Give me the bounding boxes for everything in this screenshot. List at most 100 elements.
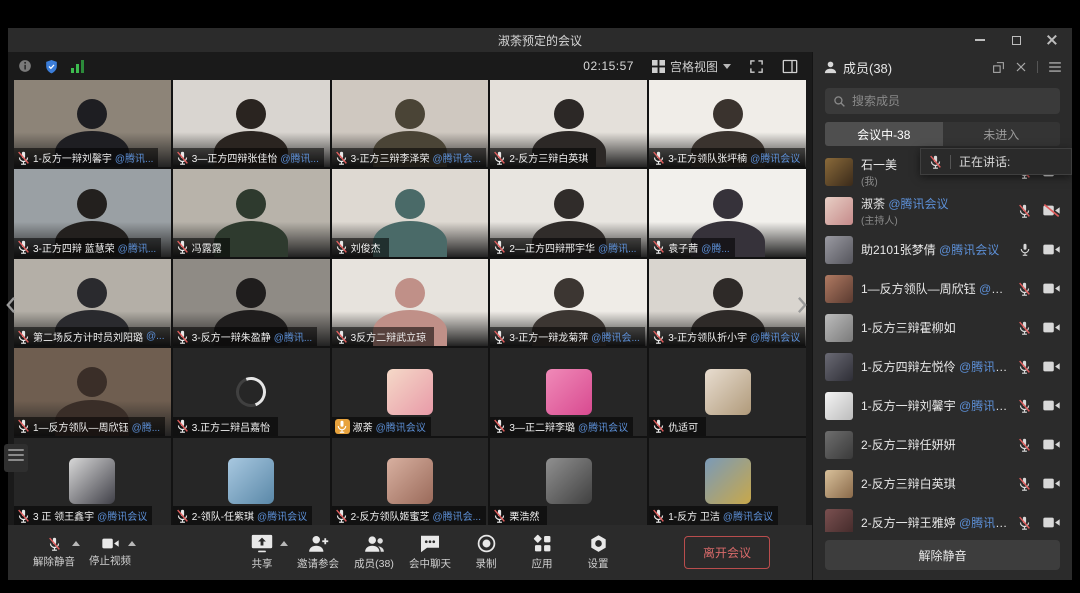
shield-icon[interactable] <box>44 59 59 74</box>
member-row[interactable]: 1-反方一辩刘馨宇 @腾讯会议 <box>813 386 1072 425</box>
mic-muted-icon[interactable] <box>1018 204 1031 218</box>
video-tile[interactable]: 2-领队-任紫琪 @腾讯会议 <box>173 438 330 525</box>
caret-up-icon[interactable] <box>72 541 80 546</box>
view-mode-button[interactable]: 宫格视图 <box>652 58 731 75</box>
toolbar-camera-button[interactable]: 停止视频 <box>82 525 138 580</box>
video-tile[interactable]: 3反方二辩武立琼 <box>332 259 489 346</box>
info-icon[interactable] <box>18 59 32 73</box>
video-tile[interactable]: 第二场反方计时员刘阳璐 @... <box>14 259 171 346</box>
member-row[interactable]: 助2101张梦倩 @腾讯会议 <box>813 230 1072 269</box>
toolbar-share-screen-button[interactable]: 共享 <box>234 525 290 580</box>
video-tile[interactable]: 淑荼 @腾讯会议 <box>332 348 489 435</box>
camera-on-icon[interactable] <box>1043 282 1060 295</box>
video-tile[interactable]: 2-反方三辩白英琪 <box>490 80 647 167</box>
maximize-button[interactable] <box>1002 30 1030 50</box>
mic-muted-icon <box>652 509 665 523</box>
toolbar-members-button[interactable]: 成员(38) <box>346 525 402 580</box>
video-tile[interactable]: 1—反方领队—周欣钰 @腾... <box>14 348 171 435</box>
video-tile[interactable]: 2—正方四辩邢宇华 @腾讯... <box>490 169 647 256</box>
video-tile[interactable]: 1-反方一辩刘馨宇 @腾讯... <box>14 80 171 167</box>
mic-muted-icon[interactable] <box>1018 360 1031 374</box>
toolbar-record-button[interactable]: 录制 <box>458 525 514 580</box>
video-tile[interactable]: 3-反方一辩朱盈静 @腾讯... <box>173 259 330 346</box>
meeting-window: 淑荼预定的会议 02:15:57 <box>8 28 1072 580</box>
unmute-all-button[interactable]: 解除静音 <box>825 540 1060 570</box>
panel-close-icon[interactable] <box>1015 61 1027 73</box>
avatar <box>705 369 751 415</box>
video-tile[interactable]: 3-正方四辩 蓝慧荣 @腾讯... <box>14 169 171 256</box>
camera-on-icon[interactable] <box>1043 477 1060 490</box>
mic-muted-icon[interactable] <box>1018 477 1031 491</box>
member-row[interactable]: 淑荼 @腾讯会议 (主持人) <box>813 191 1072 230</box>
mic-muted-icon <box>335 151 348 165</box>
mic-muted-icon[interactable] <box>1018 399 1031 413</box>
video-tile[interactable]: 袁子茜 @腾... <box>649 169 806 256</box>
tile-name-label: 3—正二辩李璐 @腾讯会议 <box>490 417 633 436</box>
video-tile[interactable]: 刘俊杰 <box>332 169 489 256</box>
mic-muted-icon <box>652 330 665 344</box>
tile-name-label: 第二场反方计时员刘阳璐 @... <box>14 327 170 346</box>
mic-muted-icon[interactable] <box>1018 438 1031 452</box>
member-row[interactable]: 1-反方四辩左悦伶 @腾讯会议 <box>813 347 1072 386</box>
search-input[interactable] <box>852 94 1052 108</box>
member-row[interactable]: 1-反方三辩霍柳如 <box>813 308 1072 347</box>
member-text: 2-反方一辩王雅婷 @腾讯会议 <box>861 514 1010 531</box>
video-tile[interactable]: 3-正方领队张坪楠 @腾讯会议 <box>649 80 806 167</box>
close-button[interactable] <box>1038 30 1066 50</box>
camera-on-icon[interactable] <box>1043 399 1060 412</box>
member-row[interactable]: 2-反方二辩任妍妍 <box>813 425 1072 464</box>
mic-on-icon[interactable] <box>1019 243 1031 256</box>
video-tile[interactable]: 3—正方四辩张佳怡 @腾讯... <box>173 80 330 167</box>
camera-off-icon[interactable] <box>1043 204 1060 217</box>
participant-name: 2-领队-任紫琪 <box>192 508 254 523</box>
toolbar-mic-off-button[interactable]: 解除静音 <box>26 525 82 580</box>
mic-muted-icon <box>17 330 30 344</box>
caret-up-icon[interactable] <box>128 541 136 546</box>
video-tile[interactable]: 3-正方三辩李泽荣 @腾讯会... <box>332 80 489 167</box>
tab-not-joined[interactable]: 未进入 <box>943 122 1061 146</box>
member-row[interactable]: 2-反方一辩王雅婷 @腾讯会议 <box>813 503 1072 532</box>
leave-meeting-button[interactable]: 离开会议 <box>684 536 770 569</box>
video-tile[interactable]: 3—正二辩李璐 @腾讯会议 <box>490 348 647 435</box>
camera-on-icon[interactable] <box>1043 438 1060 451</box>
tab-in-meeting[interactable]: 会议中-38 <box>825 122 943 146</box>
camera-on-icon[interactable] <box>1043 360 1060 373</box>
menu-icon[interactable] <box>1048 61 1062 73</box>
toolbar-invite-button[interactable]: 邀请参会 <box>290 525 346 580</box>
video-tile[interactable]: 栗浩然 <box>490 438 647 525</box>
tile-name-label: 3—正方四辩张佳怡 @腾讯... <box>173 148 324 167</box>
speaking-toast: 正在讲话: <box>920 148 1072 175</box>
toolbar-settings-button[interactable]: 设置 <box>570 525 626 580</box>
next-page-chevron[interactable] <box>794 292 810 318</box>
video-tile[interactable]: 1-反方 卫洁 @腾讯会议 <box>649 438 806 525</box>
video-tile[interactable]: 3-正方领队折小宇 @腾讯会议 <box>649 259 806 346</box>
mic-muted-icon[interactable] <box>1018 516 1031 530</box>
mic-muted-icon[interactable] <box>1018 282 1031 296</box>
caret-up-icon[interactable] <box>280 541 288 546</box>
member-row[interactable]: 2-反方三辩白英琪 <box>813 464 1072 503</box>
popout-icon[interactable] <box>992 61 1005 74</box>
member-row[interactable]: 1—反方领队—周欣钰 @腾讯... <box>813 269 1072 308</box>
camera-on-icon[interactable] <box>1043 321 1060 334</box>
video-tile[interactable]: 冯露露 <box>173 169 330 256</box>
avatar <box>825 353 853 381</box>
mic-muted-icon[interactable] <box>1018 321 1031 335</box>
prev-page-chevron[interactable] <box>2 292 18 318</box>
sidebar-toggle-icon[interactable] <box>782 59 798 74</box>
mic-off-icon <box>48 537 61 551</box>
video-tile[interactable]: 3.正方二辩吕嘉怡 <box>173 348 330 435</box>
minimize-button[interactable] <box>966 30 994 50</box>
toolbar-apps-button[interactable]: 应用 <box>514 525 570 580</box>
member-tabs: 会议中-38 未进入 <box>825 122 1060 146</box>
mini-list-indicator[interactable] <box>4 444 28 472</box>
toolbar-item-label: 会中聊天 <box>409 556 451 571</box>
video-tile[interactable]: 仇适可 <box>649 348 806 435</box>
camera-on-icon[interactable] <box>1043 516 1060 529</box>
camera-on-icon[interactable] <box>1043 243 1060 256</box>
participant-name: 淑荼 <box>353 419 373 434</box>
video-tile[interactable]: 3 正 领王鑫宇 @腾讯会议 <box>14 438 171 525</box>
fullscreen-icon[interactable] <box>749 59 764 74</box>
video-tile[interactable]: 3-正方一辩龙菊萍 @腾讯会... <box>490 259 647 346</box>
toolbar-chat-button[interactable]: 会中聊天 <box>402 525 458 580</box>
video-tile[interactable]: 2-反方领队姬蜜芝 @腾讯会... <box>332 438 489 525</box>
